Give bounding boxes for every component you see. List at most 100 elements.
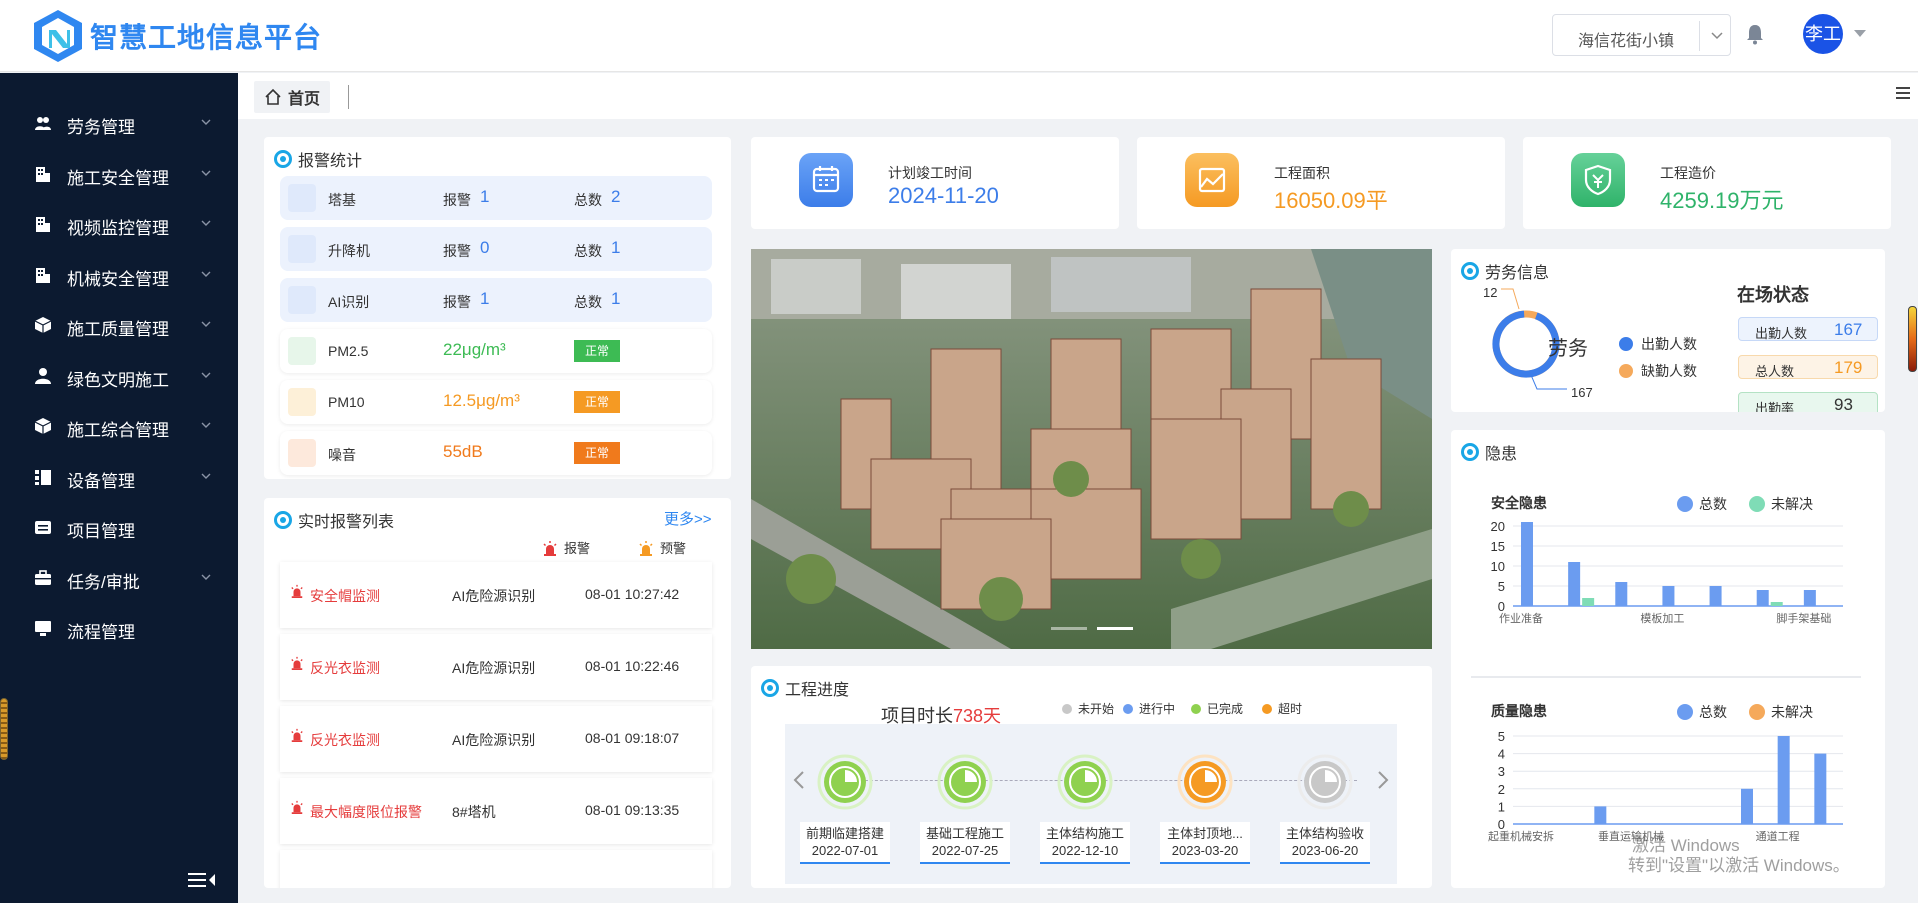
chart-title: 质量隐患 — [1491, 703, 1547, 719]
legend-label: 总数 — [1699, 496, 1727, 512]
sensor-icon — [288, 439, 316, 467]
sidebar-item-label: 绿色文明施工 — [67, 370, 169, 390]
bar[interactable] — [1582, 598, 1595, 606]
caret-down-icon[interactable] — [1854, 30, 1866, 37]
legend-dot — [1749, 496, 1765, 512]
card-icon — [35, 521, 51, 534]
legend-dot — [1619, 364, 1633, 378]
chevron-right-icon[interactable] — [1375, 769, 1391, 791]
environment-stat-row[interactable]: PM10 12.5μg/m³ 正常 — [280, 380, 712, 424]
sidebar-item[interactable]: 绿色文明施工 — [0, 351, 238, 401]
project-rendering-image — [751, 249, 1432, 649]
total-count: 2 — [611, 187, 621, 206]
milestone-date: 2023-06-20 — [1291, 843, 1359, 858]
user-icon — [35, 367, 51, 384]
bell-icon[interactable] — [1745, 23, 1765, 45]
equipment-stat-row[interactable]: 升降机 报警 0 总数 1 — [280, 227, 712, 271]
equipment-stat-row[interactable]: AI识别 报警 1 总数 1 — [280, 278, 712, 322]
legend-dot — [1677, 496, 1693, 512]
sidebar-item[interactable]: 施工安全管理 — [0, 149, 238, 199]
equipment-icon — [288, 286, 316, 314]
milestone[interactable]: 主体封顶地... 2023-03-20 — [1157, 754, 1253, 864]
bar[interactable] — [1756, 590, 1769, 606]
bar[interactable] — [1594, 806, 1607, 824]
monitor-icon — [35, 621, 51, 636]
alarm-source: AI危险源识别 — [452, 660, 536, 676]
bar[interactable] — [1615, 582, 1628, 606]
calendar-icon — [799, 153, 853, 207]
sidebar-item[interactable]: 施工质量管理 — [0, 300, 238, 350]
bar[interactable] — [1709, 586, 1722, 606]
status-badge: 正常 — [574, 442, 620, 464]
sidebar-scroll-handle[interactable] — [0, 698, 8, 760]
milestone[interactable]: 主体结构施工 2022-12-10 — [1037, 754, 1133, 864]
environment-stat-row[interactable]: PM2.5 22μg/m³ 正常 — [280, 329, 712, 373]
present-count: 167 — [1571, 385, 1593, 400]
legend-dot — [1749, 704, 1765, 720]
windows-activation-watermark: 激活 Windows 转到"设置"以激活 Windows。 — [1628, 836, 1850, 875]
top-header: 智慧工地信息平台 海信花街小镇 李工 — [0, 0, 1918, 72]
more-alarms-link[interactable]: 更多>> — [664, 508, 712, 529]
bar[interactable] — [1770, 602, 1783, 606]
sidebar-item-label: 机械安全管理 — [67, 269, 169, 289]
sidebar-item[interactable]: 流程管理 — [0, 603, 238, 653]
sidebar-item[interactable]: 劳务管理 — [0, 98, 238, 148]
milestone[interactable]: 前期临建搭建 2022-07-01 — [797, 754, 893, 864]
y-tick-label: 2 — [1498, 782, 1505, 797]
alarm-name: 最大幅度限位报警 — [310, 804, 422, 820]
kpi-label: 工程面积 — [1274, 165, 1330, 181]
tab-divider — [348, 85, 349, 109]
alarm-name: 反光衣监测 — [310, 660, 380, 676]
user-avatar[interactable]: 李工 — [1803, 14, 1843, 54]
aerial-view-illustration — [751, 249, 1432, 649]
chevron-down-icon — [201, 574, 211, 580]
chevron-down-icon — [201, 119, 211, 125]
section-ring-icon — [761, 679, 779, 697]
alarm-count: 0 — [480, 238, 490, 257]
sidebar-item[interactable]: 视频监控管理 — [0, 199, 238, 249]
y-tick-label: 15 — [1491, 539, 1505, 554]
total-count: 1 — [611, 238, 621, 257]
milestone[interactable]: 主体结构验收 2023-06-20 — [1277, 754, 1373, 864]
sidebar-item[interactable]: 机械安全管理 — [0, 250, 238, 300]
bar[interactable] — [1741, 788, 1753, 824]
alarm-row[interactable]: 反光衣监测 AI危险源识别 08-01 09:18:07 — [280, 706, 712, 772]
legend-dot — [1619, 337, 1633, 351]
alarm-count: 1 — [480, 289, 490, 308]
sidebar-item[interactable]: 任务/审批 — [0, 553, 238, 603]
milestone-date: 2022-07-25 — [931, 843, 999, 858]
bar[interactable] — [1803, 590, 1816, 606]
sensor-value: 55dB — [443, 442, 483, 461]
sidebar-item[interactable]: 设备管理 — [0, 452, 238, 502]
sensor-name: 噪音 — [328, 447, 356, 463]
kpi-project-cost: 工程造价 4259.19万元 — [1523, 137, 1891, 229]
alarm-row[interactable]: 最大幅度限位报警 8#塔机 08-01 09:13:35 — [280, 778, 712, 844]
progress-title: 工程进度 — [761, 676, 849, 700]
bar[interactable] — [1568, 562, 1581, 606]
alarm-row[interactable]: 反光衣监测 AI危险源识别 08-01 10:22:46 — [280, 634, 712, 700]
bar[interactable] — [1662, 586, 1675, 606]
section-ring-icon — [274, 150, 292, 168]
section-ring-icon — [274, 511, 292, 529]
bar[interactable] — [1814, 753, 1827, 824]
right-scroll-handle[interactable] — [1908, 306, 1917, 372]
sidebar-item[interactable]: 施工综合管理 — [0, 401, 238, 451]
environment-stat-row[interactable]: 噪音 55dB 正常 — [280, 431, 712, 475]
alarm-row[interactable]: 安全帽监测 AI危险源识别 08-01 10:27:42 — [280, 562, 712, 628]
carousel-dot[interactable] — [1051, 627, 1087, 630]
sidebar-item[interactable]: 项目管理 — [0, 502, 238, 552]
project-select[interactable]: 海信花街小镇 — [1552, 14, 1731, 56]
carousel-indicators — [1051, 627, 1133, 630]
milestone-status-icon — [1057, 754, 1113, 810]
milestone-status-icon — [937, 754, 993, 810]
bar[interactable] — [1521, 522, 1533, 606]
building-icon — [36, 166, 50, 182]
menu-icon[interactable] — [1896, 86, 1910, 100]
collapse-menu-icon[interactable] — [188, 871, 216, 889]
bar[interactable] — [1777, 736, 1790, 824]
kpi-value: 4259.19万元 — [1660, 188, 1784, 213]
tab-home[interactable]: 首页 — [254, 81, 331, 113]
carousel-dot-active[interactable] — [1097, 627, 1133, 630]
milestone[interactable]: 基础工程施工 2022-07-25 — [917, 754, 1013, 864]
equipment-stat-row[interactable]: 塔基 报警 1 总数 2 — [280, 176, 712, 220]
